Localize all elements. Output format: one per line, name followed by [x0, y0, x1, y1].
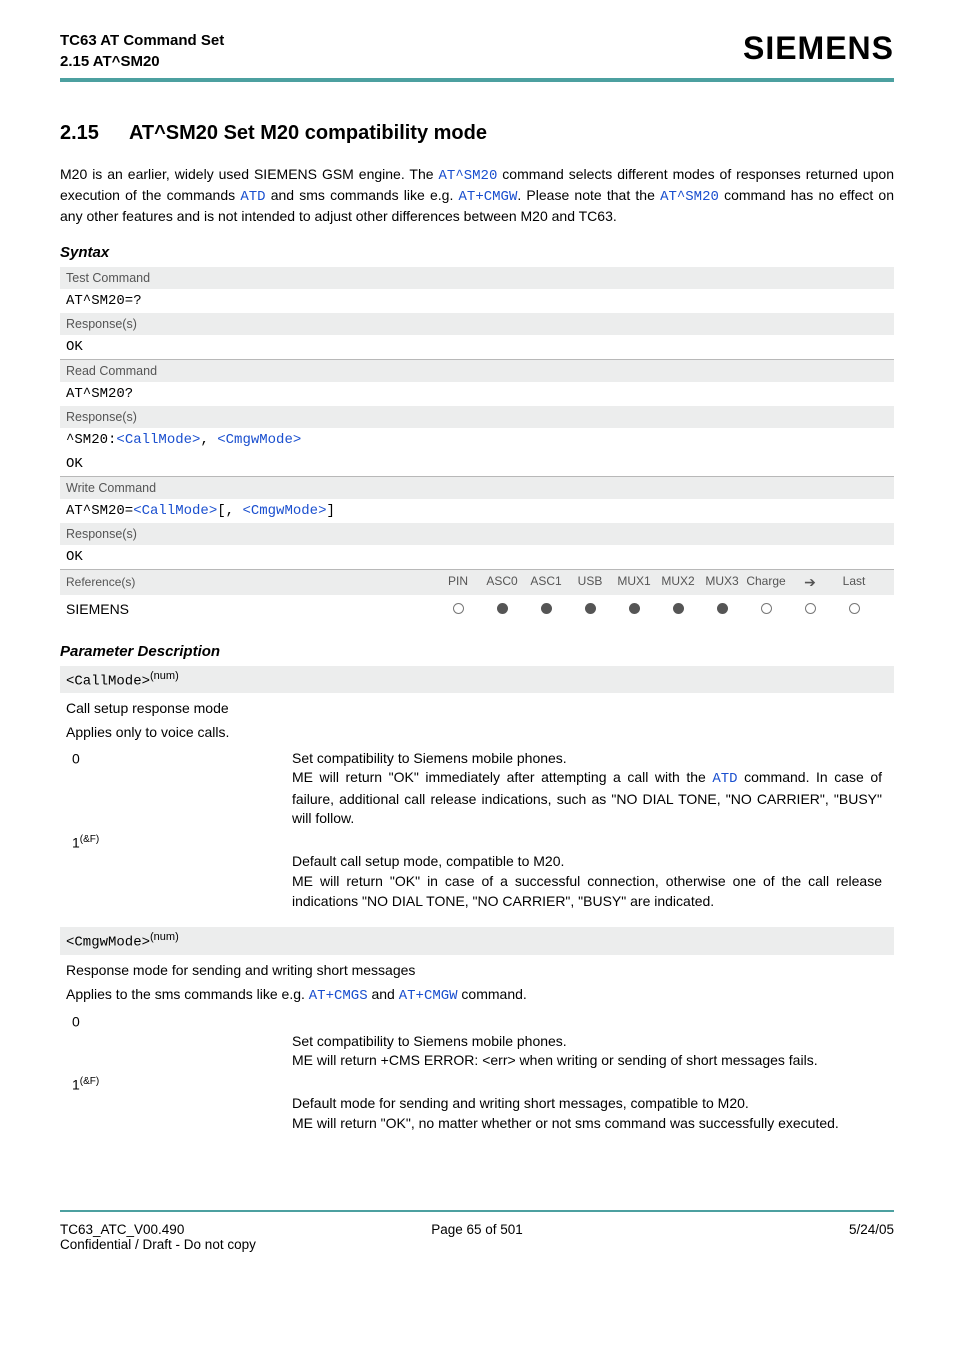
doc-subtitle: 2.15 AT^SM20: [60, 51, 224, 72]
param-link[interactable]: <CallMode>: [116, 432, 200, 448]
param-sup: (num): [150, 670, 179, 682]
ref-col: MUX1: [612, 574, 656, 591]
dot-filled-icon: [612, 601, 656, 617]
cmd-link[interactable]: AT+CMGW: [399, 988, 458, 1004]
section-title-text: AT^SM20 Set M20 compatibility mode: [129, 122, 487, 144]
ref-col: USB: [568, 574, 612, 591]
intro-paragraph: M20 is an earlier, widely used SIEMENS G…: [60, 165, 894, 226]
syntax-heading: Syntax: [60, 244, 894, 261]
dot-filled-icon: [568, 601, 612, 617]
dot-open-icon: [744, 601, 788, 617]
ref-col: MUX3: [700, 574, 744, 591]
brand-logo: SIEMENS: [743, 30, 894, 67]
param-value-desc: Default call setup mode, compatible to M…: [286, 831, 888, 913]
cmd-link[interactable]: AT+CMGS: [309, 988, 368, 1004]
doc-title: TC63 AT Command Set: [60, 30, 224, 51]
reference-columns: PIN ASC0 ASC1 USB MUX1 MUX2 MUX3 Charge …: [436, 574, 888, 591]
read-command-label: Read Command: [60, 360, 894, 382]
dot-open-icon: [788, 601, 832, 617]
page-footer: TC63_ATC_V00.490 Confidential / Draft - …: [60, 1222, 894, 1252]
write-command-label: Write Command: [60, 477, 894, 499]
syntax-block: Test Command AT^SM20=? Response(s) OK Re…: [60, 267, 894, 623]
read-command: AT^SM20?: [60, 382, 894, 406]
ref-col: ASC1: [524, 574, 568, 591]
reference-body-row: SIEMENS: [60, 595, 894, 623]
param-value-desc: Set compatibility to Siemens mobile phon…: [286, 1010, 888, 1073]
section-heading: 2.15 AT^SM20 Set M20 compatibility mode: [60, 122, 894, 145]
response-ok: OK: [60, 335, 894, 359]
read-response: ^SM20:<CallMode>, <CmgwMode>: [60, 428, 894, 452]
param-cmgwmode-title: <CmgwMode>(num): [60, 927, 894, 955]
header-rule: [60, 78, 894, 82]
param-link[interactable]: <CmgwMode>: [217, 432, 301, 448]
cmd-link[interactable]: AT+CMGW: [459, 189, 518, 205]
test-command: AT^SM20=?: [60, 289, 894, 313]
ref-col: MUX2: [656, 574, 700, 591]
dot-filled-icon: [700, 601, 744, 617]
reference-dots: [436, 601, 888, 617]
dot-open-icon: [436, 601, 480, 617]
param-value-desc: Default mode for sending and writing sho…: [286, 1073, 888, 1136]
cmd-link[interactable]: AT^SM20: [439, 168, 498, 184]
param-name[interactable]: <CmgwMode>: [66, 935, 150, 951]
param-value-desc: Set compatibility to Siemens mobile phon…: [286, 747, 888, 831]
ref-col: ASC0: [480, 574, 524, 591]
param-name[interactable]: <CallMode>: [66, 673, 150, 689]
param-value-key: 0: [66, 747, 286, 831]
param-link[interactable]: <CmgwMode>: [242, 503, 326, 519]
param-link[interactable]: <CallMode>: [133, 503, 217, 519]
footer-center: Page 65 of 501: [338, 1222, 616, 1252]
param-callmode-body: Call setup response mode Applies only to…: [60, 693, 894, 927]
response-ok: OK: [60, 545, 894, 569]
response-ok: OK: [60, 452, 894, 476]
page-header: TC63 AT Command Set 2.15 AT^SM20 SIEMENS: [60, 30, 894, 72]
param-value-key: 1(&F): [66, 831, 286, 913]
reference-label: Reference(s): [66, 575, 436, 589]
arrow-icon: ➔: [788, 574, 832, 591]
test-command-label: Test Command: [60, 267, 894, 289]
response-label: Response(s): [60, 406, 894, 428]
reference-vendor: SIEMENS: [66, 601, 436, 617]
footer-rule: [60, 1210, 894, 1212]
param-desc-heading: Parameter Description: [60, 643, 894, 660]
param-value-key: 1(&F): [66, 1073, 286, 1136]
param-line: Response mode for sending and writing sh…: [66, 961, 888, 981]
param-callmode-title: <CallMode>(num): [60, 666, 894, 694]
dot-filled-icon: [480, 601, 524, 617]
param-cmgwmode-body: Response mode for sending and writing sh…: [60, 955, 894, 1150]
ref-col: PIN: [436, 574, 480, 591]
param-line: Call setup response mode: [66, 699, 888, 719]
param-value-key: 0: [66, 1010, 286, 1073]
section-number: 2.15: [60, 122, 99, 145]
dot-filled-icon: [524, 601, 568, 617]
header-left: TC63 AT Command Set 2.15 AT^SM20: [60, 30, 224, 72]
cmd-link[interactable]: AT^SM20: [660, 189, 719, 205]
dot-open-icon: [832, 601, 876, 617]
cmd-link[interactable]: ATD: [712, 771, 737, 787]
param-line: Applies only to voice calls.: [66, 723, 888, 743]
write-command: AT^SM20=<CallMode>[, <CmgwMode>]: [60, 499, 894, 523]
dot-filled-icon: [656, 601, 700, 617]
cmd-link[interactable]: ATD: [240, 189, 265, 205]
ref-col: Last: [832, 574, 876, 591]
footer-right: 5/24/05: [616, 1222, 894, 1252]
response-label: Response(s): [60, 523, 894, 545]
param-line: Applies to the sms commands like e.g. AT…: [66, 985, 888, 1007]
param-sup: (num): [150, 931, 179, 943]
response-label: Response(s): [60, 313, 894, 335]
param-values: 0 Set compatibility to Siemens mobile ph…: [66, 1010, 888, 1136]
footer-left: TC63_ATC_V00.490 Confidential / Draft - …: [60, 1222, 338, 1252]
reference-header-row: Reference(s) PIN ASC0 ASC1 USB MUX1 MUX2…: [60, 570, 894, 595]
ref-col: Charge: [744, 574, 788, 591]
param-values: 0 Set compatibility to Siemens mobile ph…: [66, 747, 888, 914]
